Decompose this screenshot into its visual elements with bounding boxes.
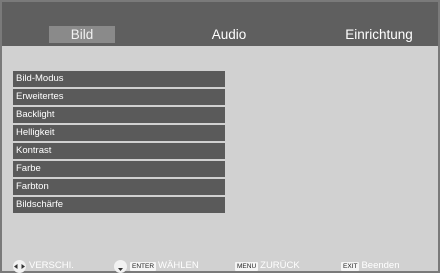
tv-menu-screen: Bild Audio Einrichtung Bild-Modus Erweit… xyxy=(0,0,440,273)
menu-item-backlight[interactable]: Backlight xyxy=(13,107,225,123)
menu-item-bildschaerfe[interactable]: Bildschärfe xyxy=(13,197,225,213)
tab-bild[interactable]: Bild xyxy=(49,26,115,43)
hint-select: ENTER WÄHLEN xyxy=(114,259,199,273)
menu-item-erweitertes[interactable]: Erweitertes xyxy=(13,89,225,105)
hint-move-label: VERSCHI. xyxy=(29,260,74,271)
enter-key-icon: ENTER xyxy=(130,261,157,271)
hint-back: MENU ZURÜCK xyxy=(235,260,300,272)
hint-move: VERSCHI. xyxy=(13,259,74,273)
hint-exit-label: Beenden xyxy=(361,260,400,271)
menu-tab-bar: Bild Audio Einrichtung xyxy=(2,2,438,46)
key-hint-bar: VERSCHI. ENTER WÄHLEN MENU ZURÜCK EXIT B… xyxy=(2,258,438,273)
menu-item-farbton[interactable]: Farbton xyxy=(13,179,225,195)
down-arrow-icon xyxy=(114,259,127,273)
menu-key-icon: MENU xyxy=(235,261,259,271)
tab-einrichtung[interactable]: Einrichtung xyxy=(334,26,424,43)
exit-key-icon: EXIT xyxy=(341,261,360,271)
hint-select-label: WÄHLEN xyxy=(158,260,199,271)
menu-item-helligkeit[interactable]: Helligkeit xyxy=(13,125,225,141)
menu-item-farbe[interactable]: Farbe xyxy=(13,161,225,177)
menu-item-bild-modus[interactable]: Bild-Modus xyxy=(13,71,225,87)
left-right-arrows-icon xyxy=(13,259,26,273)
menu-item-kontrast[interactable]: Kontrast xyxy=(13,143,225,159)
hint-back-label: ZURÜCK xyxy=(260,260,300,271)
picture-menu-list: Bild-Modus Erweitertes Backlight Helligk… xyxy=(13,71,225,215)
hint-exit: EXIT Beenden xyxy=(341,260,400,272)
tab-audio[interactable]: Audio xyxy=(201,26,257,43)
